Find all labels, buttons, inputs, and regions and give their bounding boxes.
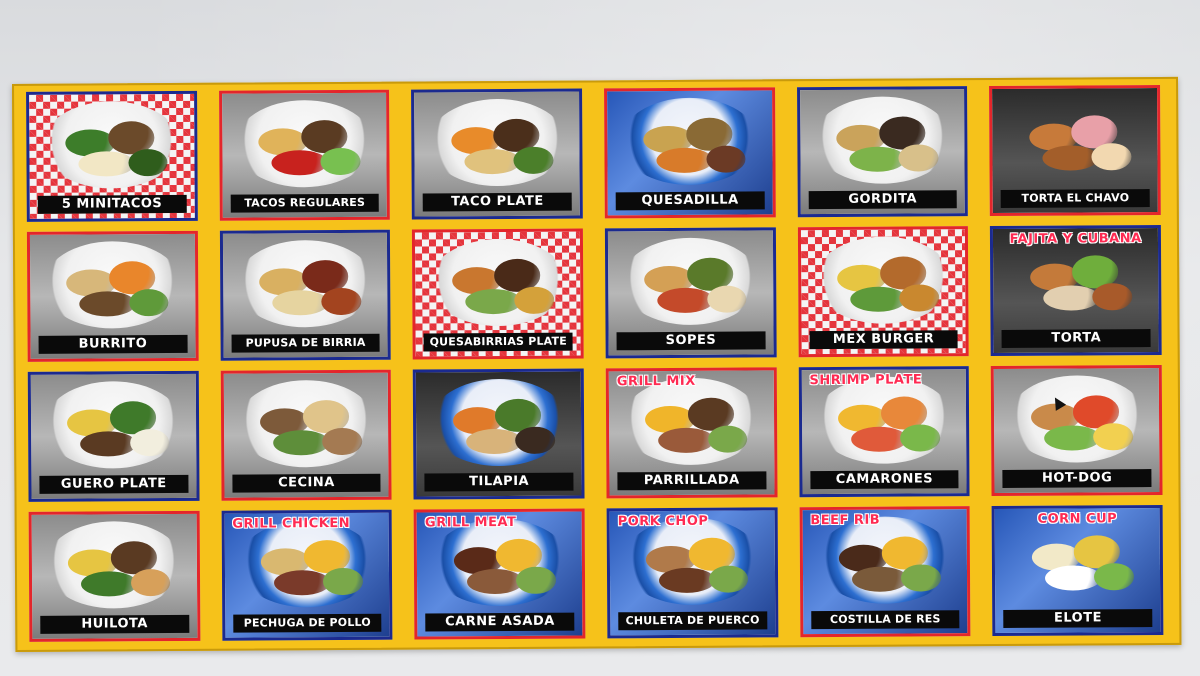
menu-tile-parrillada: GRILL MIX PARRILLADA (605, 367, 778, 499)
menu-item-label: TACO PLATE (423, 192, 572, 212)
menu-item-label: GORDITA (808, 190, 958, 210)
menu-item-label: QUESADILLA (615, 191, 765, 211)
menu-item-label: COSTILLA DE RES (810, 610, 960, 630)
food-item (320, 147, 361, 175)
food-item (465, 428, 522, 455)
menu-tile-costilla-de-res: BEEF RIB COSTILLA DE RES (799, 506, 971, 638)
menu-board: 5 MINITACOS TACOS REGULARES TACO PLATE QUES… (12, 76, 1182, 652)
banner-text: SHRIMP PLATE (809, 372, 923, 389)
banner-text: GRILL MIX (616, 373, 696, 390)
banner-text: FAJITA Y CUBANA (1009, 231, 1142, 247)
food-item (514, 286, 555, 314)
banner-text: CORN CUP (1037, 511, 1118, 527)
menu-item-label: CAMARONES (810, 470, 959, 490)
food-item (128, 148, 168, 177)
menu-tile-gordita: GORDITA (796, 86, 969, 218)
menu-tile-cecina: CECINA (220, 369, 392, 501)
food-item (129, 288, 169, 317)
menu-item-label: ELOTE (1003, 609, 1153, 628)
menu-tile-burrito: BURRITO (26, 230, 199, 362)
food-item (516, 566, 556, 594)
menu-tile-carne-asada: GRILL MEAT CARNE ASADA (413, 508, 586, 640)
menu-tile-sopes: SOPES (604, 227, 777, 359)
menu-item-label: TORTA EL CHAVO (1000, 189, 1150, 208)
food-item (900, 423, 941, 452)
food-item (852, 566, 909, 592)
food-item (850, 286, 907, 312)
menu-tile-pechuga-de-pollo: GRILL CHICKEN PECHUGA DE POLLO (221, 509, 393, 641)
banner-text: BEEF RIB (810, 512, 881, 529)
menu-item-label: PARRILLADA (617, 471, 767, 491)
food-item (851, 426, 908, 452)
food-item (274, 570, 331, 596)
menu-item-label: QUESABIRRIAS PLATE (423, 332, 573, 352)
food-item (513, 146, 554, 174)
food-item (466, 568, 523, 595)
menu-item-label: GUERO PLATE (39, 474, 189, 494)
food-item (1092, 282, 1133, 311)
food-item (899, 283, 940, 312)
menu-item-label: 5 MINITACOS (37, 194, 187, 214)
banner-text: PORK CHOP (617, 513, 709, 530)
menu-item-label: SOPES (616, 331, 766, 351)
menu-tile-elote: CORN CUP ELOTE (991, 504, 1164, 637)
food-item (129, 428, 170, 457)
menu-item-label: HOT-DOG (1002, 469, 1152, 488)
food-item (1042, 285, 1100, 311)
food-item (708, 565, 749, 593)
menu-tile-mex-burger: MEX BURGER (797, 226, 970, 358)
menu-grid: 5 MINITACOS TACOS REGULARES TACO PLATE QUES… (26, 84, 1164, 642)
food-item (901, 563, 942, 592)
food-item (130, 568, 171, 597)
menu-tile-chuleta-de-puerco: PORK CHOP CHULETA DE PUERCO (606, 507, 779, 639)
menu-tile-quesabirrias-plate: QUESABIRRIAS PLATE (412, 228, 584, 360)
food-item (1091, 142, 1132, 171)
food-item (898, 143, 939, 172)
food-item (272, 290, 329, 316)
banner-text: GRILL CHICKEN (232, 515, 351, 532)
menu-item-label: CECINA (232, 473, 381, 493)
food-item (323, 567, 364, 595)
food-item (1042, 145, 1099, 171)
menu-item-label: HUILOTA (40, 614, 190, 634)
menu-item-label: PUPUSA DE BIRRIA (231, 333, 380, 353)
menu-item-label: CHULETA DE PUERCO (618, 611, 768, 631)
food-item (271, 150, 328, 176)
menu-item-label: TACOS REGULARES (230, 193, 380, 213)
menu-item-label: TORTA (1001, 329, 1151, 348)
menu-tile-quesadilla: QUESADILLA (604, 87, 776, 219)
menu-tile-guero-plate: GUERO PLATE (27, 370, 200, 502)
menu-item-label: CARNE ASADA (425, 612, 575, 632)
menu-tile-taco-plate: TACO PLATE (411, 88, 583, 220)
menu-item-label: BURRITO (38, 334, 188, 354)
food-item (464, 288, 522, 315)
menu-item-label: MEX BURGER (809, 330, 958, 350)
menu-tile-tacos-regulares: TACOS REGULARES (218, 89, 391, 221)
menu-tile-torta: FAJITA Y CUBANA TORTA (990, 224, 1162, 357)
food-item (321, 287, 362, 315)
food-item (706, 145, 746, 173)
food-item (849, 146, 906, 172)
menu-item-label: TILAPIA (424, 472, 574, 492)
menu-tile-huilota: HUILOTA (28, 510, 201, 642)
menu-tile-pupusa-de-birria: PUPUSA DE BIRRIA (219, 229, 392, 361)
food-item (322, 427, 363, 455)
menu-item-label: PECHUGA DE POLLO (232, 613, 382, 633)
menu-tile-camarones: SHRIMP PLATE CAMARONES (798, 366, 970, 498)
food-item (707, 425, 748, 453)
food-item (1044, 565, 1101, 591)
food-item (707, 285, 747, 313)
food-item (273, 430, 330, 456)
food-item (1093, 422, 1133, 451)
menu-tile-tilapia: TILAPIA (413, 368, 585, 500)
menu-tile-hot-dog: HOT-DOG (991, 364, 1163, 497)
food-item (1094, 562, 1134, 591)
food-item (515, 426, 555, 454)
food-item (1043, 425, 1100, 451)
menu-tile-torta-el-chavo: TORTA EL CHAVO (989, 84, 1161, 217)
banner-text: GRILL MEAT (424, 514, 517, 531)
menu-tile-5-minitacos: 5 MINITACOS (26, 90, 198, 222)
food-item (464, 148, 521, 175)
